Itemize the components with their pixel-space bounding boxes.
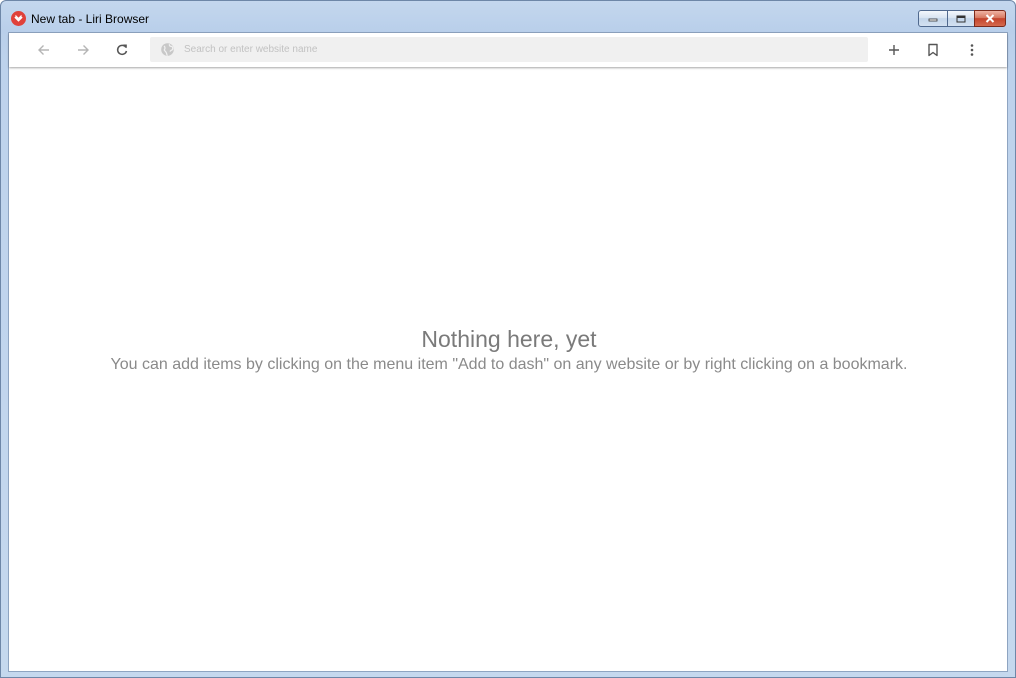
globe-icon [161,43,174,57]
empty-subtitle: You can add items by clicking on the men… [110,356,908,373]
browser-toolbar [9,33,1007,67]
liri-browser-icon [11,11,26,26]
window-controls [918,10,1006,27]
plus-icon [889,45,899,55]
forward-button[interactable] [71,38,95,62]
arrow-left-icon [38,45,49,55]
arrow-right-icon [78,45,89,55]
empty-title: Nothing here, yet [421,326,597,352]
empty-dash: Nothing here, yet You can add items by c… [9,325,1009,375]
maximize-button[interactable] [947,10,975,27]
minimize-button[interactable] [918,10,948,27]
bookmark-button[interactable] [921,38,945,62]
bookmark-icon [928,43,938,57]
title-bar[interactable]: New tab - Liri Browser [1,1,1015,35]
back-button[interactable] [32,38,56,62]
reload-button[interactable] [110,38,134,62]
window-title: New tab - Liri Browser [31,12,150,26]
more-vertical-icon [970,44,974,56]
new-tab-button[interactable] [882,38,906,62]
close-icon [985,14,995,23]
address-bar[interactable] [150,37,868,62]
browser-window: New tab - Liri Browser Search or enter w… [0,0,1016,678]
menu-button[interactable] [960,38,984,62]
reload-icon [116,44,128,56]
maximize-icon [956,15,966,22]
address-input[interactable] [184,40,854,59]
minimize-icon [928,18,938,21]
browser-client-area: Nothing here, yet You can add items by c… [8,32,1008,672]
close-button[interactable] [974,10,1006,27]
